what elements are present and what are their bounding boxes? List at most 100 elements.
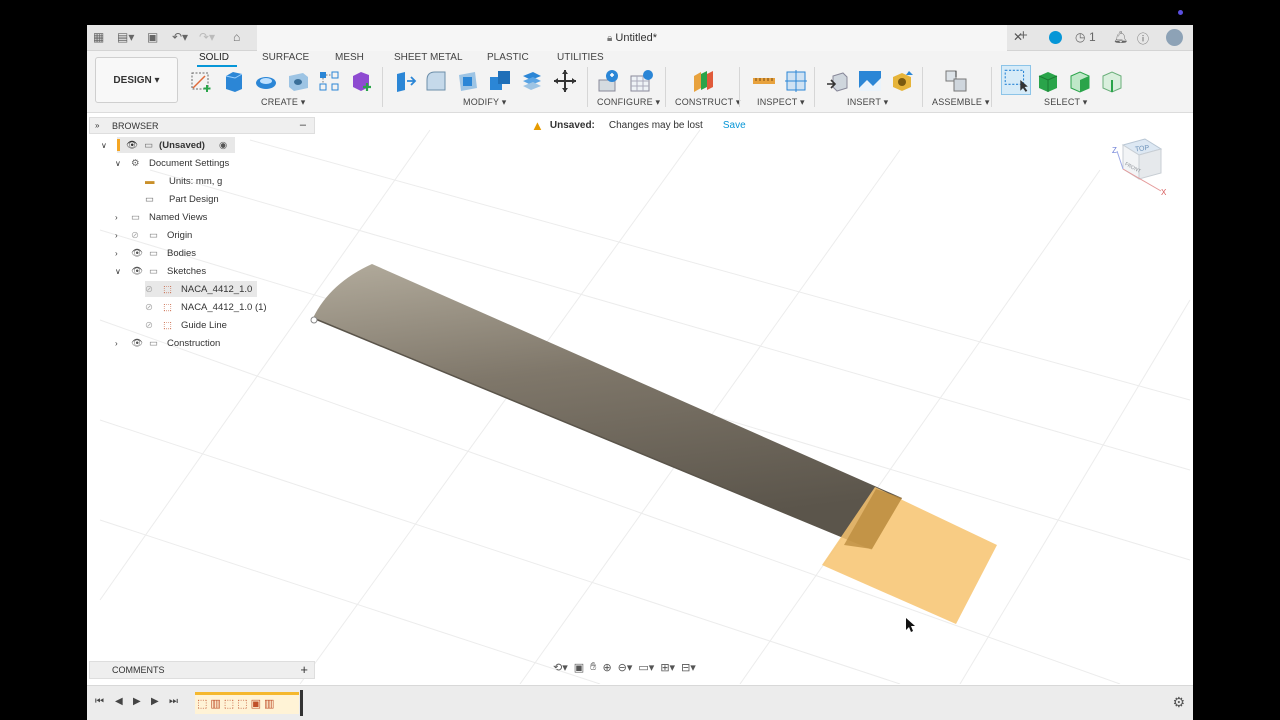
select-body-icon[interactable]	[1035, 68, 1061, 94]
eye-hidden-icon[interactable]: ⊘	[145, 320, 163, 331]
pattern-icon[interactable]	[317, 68, 343, 94]
chevron-right-icon[interactable]: ›	[115, 249, 131, 258]
group-inspect[interactable]: INSPECT ▾	[757, 97, 805, 108]
go-to-end-icon[interactable]: ⏭	[169, 696, 178, 707]
group-assemble[interactable]: ASSEMBLE ▾	[932, 97, 990, 108]
eye-icon[interactable]: 👁︎	[131, 266, 149, 277]
select-tool-active[interactable]	[1001, 65, 1031, 95]
orbit-icon[interactable]: ⟲▾	[553, 661, 568, 677]
help-icon[interactable]: ⓘ	[1137, 30, 1149, 47]
tree-item-construction[interactable]: › 👁︎ ▭ Construction	[115, 335, 220, 351]
new-component-icon[interactable]	[943, 68, 969, 94]
browser-header[interactable]: » BROWSER –	[89, 117, 315, 134]
create-sketch-icon[interactable]	[189, 68, 215, 94]
radio-active-icon[interactable]: ◉	[219, 140, 227, 151]
group-configure[interactable]: CONFIGURE ▾	[597, 97, 660, 108]
group-construct[interactable]: CONSTRUCT ▾	[675, 97, 741, 108]
undo-icon[interactable]: ↶▾	[172, 30, 188, 44]
configure-table-icon[interactable]	[597, 68, 623, 94]
viewcube[interactable]: TOP FRONT Z X	[1109, 135, 1169, 201]
minimize-panel-icon[interactable]: –	[300, 119, 306, 131]
offset-face-icon[interactable]	[519, 68, 545, 94]
insert-mcmaster-icon[interactable]	[889, 68, 915, 94]
section-analysis-icon[interactable]	[783, 68, 809, 94]
insert-canvas-icon[interactable]	[857, 68, 883, 94]
canvas-viewport[interactable]	[87, 114, 1193, 684]
step-back-icon[interactable]: ◀	[115, 696, 123, 707]
tab-solid[interactable]: SOLID	[199, 52, 229, 63]
tree-item-units[interactable]: ▬ Units: mm, g	[145, 173, 222, 189]
offset-plane-icon[interactable]	[691, 68, 717, 94]
measure-icon[interactable]	[751, 68, 777, 94]
play-icon[interactable]: ▶	[133, 696, 141, 707]
tree-item-part-design[interactable]: ▭ Part Design	[145, 191, 219, 207]
chevron-down-icon[interactable]: ∨	[115, 159, 131, 168]
chevron-right-icon[interactable]: ›	[115, 231, 131, 240]
tab-plastic[interactable]: PLASTIC	[487, 52, 529, 63]
job-status-icon[interactable]: ◷	[1075, 30, 1085, 44]
hole-icon[interactable]	[285, 68, 311, 94]
tree-item-named-views[interactable]: › ▭ Named Views	[115, 209, 207, 225]
app-grid-icon[interactable]: ▦	[93, 30, 104, 44]
eye-icon[interactable]: 👁︎	[131, 338, 149, 349]
avatar[interactable]	[1166, 29, 1183, 46]
create-form-icon[interactable]	[349, 68, 375, 94]
move-icon[interactable]	[552, 68, 578, 94]
revolve-icon[interactable]	[253, 68, 279, 94]
eye-icon[interactable]: 👁︎	[131, 248, 149, 259]
group-select[interactable]: SELECT ▾	[1044, 97, 1087, 108]
tree-item-document-settings[interactable]: ∨ ⚙ Document Settings	[115, 155, 229, 171]
tree-item-sketches[interactable]: ∨ 👁︎ ▭ Sketches	[115, 263, 206, 279]
eye-icon[interactable]: 👁︎	[126, 140, 138, 151]
home-icon[interactable]: ⌂	[233, 30, 240, 44]
save-icon[interactable]: ▣	[147, 30, 158, 44]
tree-root[interactable]: ∨ 👁︎ ▭ (Unsaved) ◉	[101, 137, 235, 153]
timeline-features[interactable]: ⬚▥⬚⬚▣▥	[195, 692, 299, 714]
tab-sheet-metal[interactable]: SHEET METAL	[394, 52, 463, 63]
group-modify[interactable]: MODIFY ▾	[463, 97, 506, 108]
fillet-icon[interactable]	[423, 68, 449, 94]
viewports-icon[interactable]: ⊟▾	[681, 661, 696, 677]
document-tab[interactable]: 🔒︎ Untitled* ✕	[257, 25, 1023, 51]
select-edge-icon[interactable]	[1099, 68, 1125, 94]
comments-panel[interactable]: COMMENTS +	[89, 661, 315, 679]
group-insert[interactable]: INSERT ▾	[847, 97, 888, 108]
display-settings-icon[interactable]: ▭▾	[638, 661, 654, 677]
add-comment-icon[interactable]: +	[300, 662, 308, 677]
select-face-icon[interactable]	[1067, 68, 1093, 94]
press-pull-icon[interactable]	[391, 68, 417, 94]
fit-icon[interactable]: ⊖▾	[618, 661, 633, 677]
timeline-feature-icons[interactable]: ⬚▥⬚⬚▣▥	[197, 697, 277, 710]
group-create[interactable]: CREATE ▾	[261, 97, 305, 108]
configure-rule-icon[interactable]	[629, 68, 655, 94]
eye-hidden-icon[interactable]: ⊘	[145, 302, 163, 313]
wing-body[interactable]	[313, 264, 902, 549]
tree-item-guide-line[interactable]: ⊘ ⬚ Guide Line	[145, 317, 227, 333]
extensions-icon[interactable]	[1049, 31, 1062, 44]
eye-hidden-icon[interactable]: ⊘	[131, 230, 149, 241]
tree-item-sketch-2[interactable]: ⊘ ⬚ NACA_4412_1.0 (1)	[145, 299, 267, 315]
tab-utilities[interactable]: UTILITIES	[557, 52, 604, 63]
eye-hidden-icon[interactable]: ⊘	[145, 284, 163, 295]
shell-icon[interactable]	[455, 68, 481, 94]
extrude-icon[interactable]	[221, 68, 247, 94]
tree-item-sketch-1[interactable]: ⊘ ⬚ NACA_4412_1.0	[145, 281, 257, 297]
tab-mesh[interactable]: MESH	[335, 52, 364, 63]
tree-item-bodies[interactable]: › 👁︎ ▭ Bodies	[115, 245, 196, 261]
file-menu-icon[interactable]: ▤▾	[117, 30, 134, 44]
insert-derive-icon[interactable]	[825, 68, 851, 94]
look-at-icon[interactable]: ▣	[574, 661, 584, 677]
zoom-icon[interactable]: ⊕	[602, 661, 611, 677]
redo-icon[interactable]: ↷▾	[199, 30, 215, 44]
step-forward-icon[interactable]: ▶	[151, 696, 159, 707]
workspace-switcher[interactable]: DESIGN ▾	[95, 57, 178, 103]
pan-icon[interactable]: ✋︎	[590, 661, 596, 677]
tree-item-origin[interactable]: › ⊘ ▭ Origin	[115, 227, 192, 243]
tab-surface[interactable]: SURFACE	[262, 52, 309, 63]
chevron-right-icon[interactable]: ›	[115, 213, 131, 222]
combine-icon[interactable]	[487, 68, 513, 94]
collapse-panel-icon[interactable]: »	[95, 121, 99, 130]
timeline-marker[interactable]	[300, 690, 303, 716]
new-tab-icon[interactable]: +	[1019, 27, 1028, 44]
timeline-settings-icon[interactable]: ⚙	[1172, 694, 1185, 711]
